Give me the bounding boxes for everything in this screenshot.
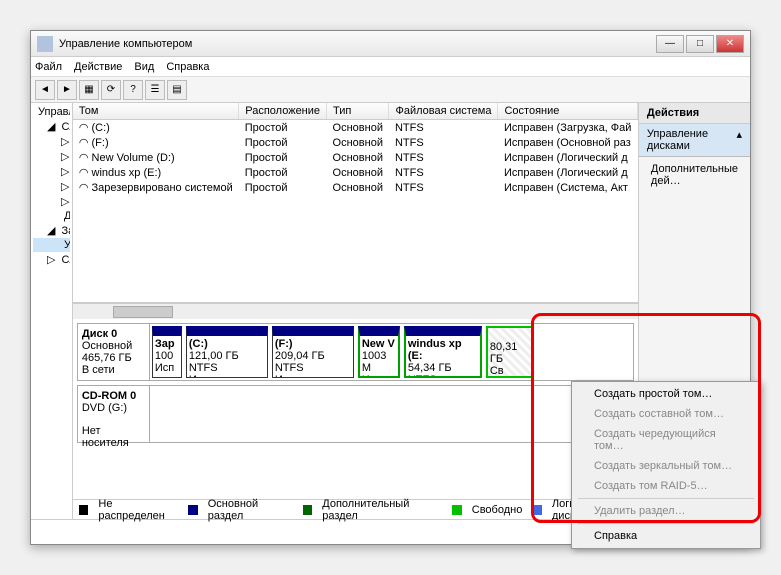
table-row[interactable]: ◠ (C:)ПростойОсновнойNTFSИсправен (Загру…: [73, 120, 638, 136]
list-icon[interactable]: ▤: [167, 80, 187, 100]
menu-view[interactable]: Вид: [134, 61, 154, 73]
titlebar[interactable]: Управление компьютером — □ ✕: [31, 31, 750, 57]
computer-management-window: Управление компьютером — □ ✕ Файл Действ…: [30, 30, 751, 545]
menu-action[interactable]: Действие: [74, 61, 122, 73]
refresh-icon[interactable]: ⟳: [101, 80, 121, 100]
forward-button[interactable]: ►: [57, 80, 77, 100]
tree-root[interactable]: Управление компьютером (л: [33, 105, 70, 119]
legend-primary-icon: [188, 505, 198, 515]
tree-task-scheduler[interactable]: ▷ Планировщик заданий: [33, 134, 70, 149]
close-button[interactable]: ✕: [716, 35, 744, 53]
col-type[interactable]: Тип: [327, 103, 389, 120]
volume-list[interactable]: Том Расположение Тип Файловая система Со…: [73, 103, 638, 303]
ctx-create-spanned-volume: Создать составной том…: [574, 404, 758, 424]
maximize-button[interactable]: □: [686, 35, 714, 53]
legend-free-icon: [452, 505, 462, 515]
tree-device-manager[interactable]: Диспетчер устройств: [33, 209, 70, 223]
context-menu: Создать простой том… Создать составной т…: [571, 381, 761, 549]
menu-file[interactable]: Файл: [35, 61, 62, 73]
tree-disk-management[interactable]: Управление дисками: [33, 238, 70, 252]
ctx-delete-partition: Удалить раздел…: [574, 501, 758, 521]
cdrom-row[interactable]: CD-ROM 0 DVD (G:) Нет носителя: [77, 385, 634, 443]
help-icon[interactable]: ?: [123, 80, 143, 100]
col-status[interactable]: Состояние: [498, 103, 637, 120]
tree-services[interactable]: ▷ Службы и приложения: [33, 252, 70, 267]
tree-local-users[interactable]: ▷ Локальные пользоват: [33, 179, 70, 194]
window-title: Управление компьютером: [59, 38, 656, 50]
ctx-create-raid5-volume: Создать том RAID-5…: [574, 476, 758, 496]
menu-help[interactable]: Справка: [166, 61, 209, 73]
legend-ext-icon: [303, 505, 313, 515]
tree-event-viewer[interactable]: ▷ Просмотр событий: [33, 149, 70, 164]
partition-c[interactable]: (C:)121,00 ГБ NTFSИсправен (Загр: [186, 326, 268, 378]
legend: Не распределен Основной раздел Дополните…: [73, 499, 638, 519]
partition-d[interactable]: New V1003 МИсправе: [358, 326, 400, 378]
partition-e[interactable]: windus xp (E:54,34 ГБ NTFSИсправен (Ло: [404, 326, 482, 378]
disk-graphical-view: Диск 0 Основной 465,76 ГБ В сети Зар100И…: [73, 319, 638, 499]
cdrom-header[interactable]: CD-ROM 0 DVD (G:) Нет носителя: [78, 386, 150, 442]
table-row[interactable]: ◠ New Volume (D:)ПростойОсновнойNTFSИспр…: [73, 150, 638, 165]
tree-performance[interactable]: ▷ Производительность: [33, 194, 70, 209]
horizontal-scrollbar[interactable]: [73, 303, 638, 319]
up-icon[interactable]: ▦: [79, 80, 99, 100]
back-button[interactable]: ◄: [35, 80, 55, 100]
table-row[interactable]: ◠ windus xp (E:)ПростойОсновнойNTFSИспра…: [73, 165, 638, 180]
ctx-create-simple-volume[interactable]: Создать простой том…: [574, 384, 758, 404]
app-icon: [37, 36, 53, 52]
legend-unalloc-icon: [79, 505, 89, 515]
main-panel: Том Расположение Тип Файловая система Со…: [73, 103, 639, 519]
ctx-create-striped-volume: Создать чередующийся том…: [574, 424, 758, 456]
partition-free-space[interactable]: 80,31 ГБСв: [486, 326, 534, 378]
settings-icon[interactable]: ☰: [145, 80, 165, 100]
col-fs[interactable]: Файловая система: [389, 103, 498, 120]
table-row[interactable]: ◠ Зарезервировано системойПростойОсновно…: [73, 180, 638, 195]
toolbar: ◄ ► ▦ ⟳ ? ☰ ▤: [31, 77, 750, 103]
menubar: Файл Действие Вид Справка: [31, 57, 750, 77]
col-layout[interactable]: Расположение: [239, 103, 327, 120]
table-row[interactable]: ◠ (F:)ПростойОсновнойNTFSИсправен (Основ…: [73, 135, 638, 150]
actions-header: Действия: [639, 103, 750, 124]
tree-system-tools[interactable]: ◢ Служебные программы: [33, 119, 70, 134]
ctx-create-mirror-volume: Создать зеркальный том…: [574, 456, 758, 476]
partition-reserved[interactable]: Зар100Исп: [152, 326, 182, 378]
partition-f[interactable]: (F:)209,04 ГБ NTFSИсправен (Осн: [272, 326, 354, 378]
actions-more[interactable]: Дополнительные дей…: [639, 157, 750, 193]
actions-disk-mgmt[interactable]: Управление дисками▴: [639, 124, 750, 157]
disk-0-row[interactable]: Диск 0 Основной 465,76 ГБ В сети Зар100И…: [77, 323, 634, 381]
tree-panel[interactable]: Управление компьютером (л ◢ Служебные пр…: [31, 103, 73, 519]
ctx-help[interactable]: Справка: [574, 526, 758, 546]
legend-logical-icon: [532, 505, 542, 515]
chevron-up-icon: ▴: [736, 128, 742, 152]
minimize-button[interactable]: —: [656, 35, 684, 53]
tree-storage[interactable]: ◢ Запоминающие устройст: [33, 223, 70, 238]
disk-0-header[interactable]: Диск 0 Основной 465,76 ГБ В сети: [78, 324, 150, 380]
col-volume[interactable]: Том: [73, 103, 239, 120]
tree-shared-folders[interactable]: ▷ Общие папки: [33, 164, 70, 179]
